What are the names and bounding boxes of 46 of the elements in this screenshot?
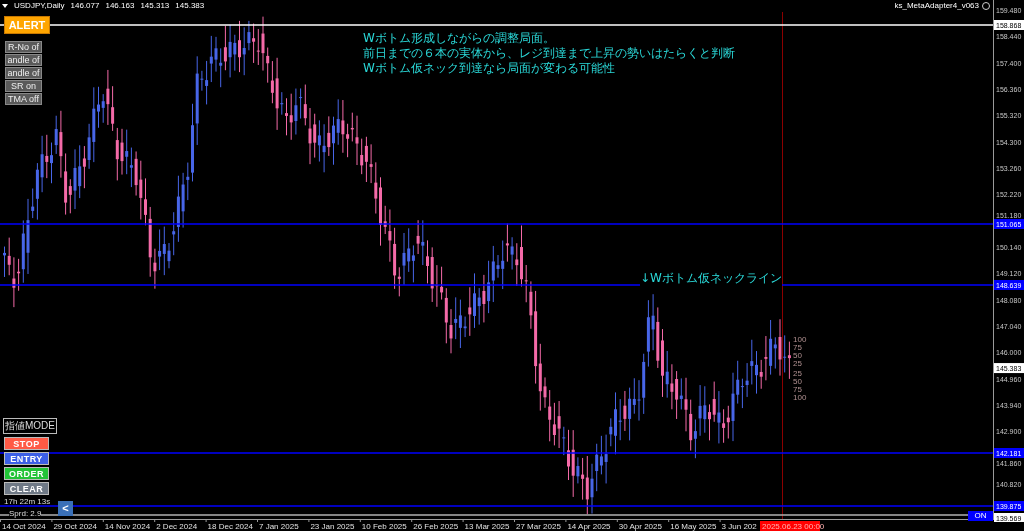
date-label: 18 Dec 2024 bbox=[207, 522, 253, 531]
date-label: 14 Apr 2025 bbox=[567, 522, 611, 531]
neckline-label: ↓Wボトム仮ネックライン bbox=[640, 271, 782, 285]
chart-comment: Wボトム形成しながらの調整局面。 bbox=[363, 31, 556, 46]
toggle-button[interactable]: andle of bbox=[5, 67, 42, 79]
ohlc-value: 145.383 bbox=[175, 0, 205, 11]
toggle-button[interactable]: R-No of bbox=[5, 41, 42, 53]
date-label: 27 Mar 2025 bbox=[516, 522, 561, 531]
collapse-button[interactable]: < bbox=[58, 501, 73, 516]
on-button[interactable]: ON bbox=[968, 511, 993, 521]
date-label: 10 Feb 2025 bbox=[361, 522, 407, 531]
toggle-button[interactable]: SR on bbox=[5, 80, 42, 92]
fib-level-label: 50 bbox=[793, 352, 803, 360]
mode-button[interactable]: 指値MODE bbox=[3, 418, 57, 434]
toggle-button[interactable]: TMA off bbox=[5, 93, 42, 105]
date-label: 3 Jun 202 bbox=[721, 522, 757, 531]
fib-level-label: 25 bbox=[793, 370, 803, 378]
ohlc-value: 146.077 bbox=[70, 0, 100, 11]
date-label: 13 Mar 2025 bbox=[464, 522, 510, 531]
chart-comment: Wボトム仮ネック到達なら局面が変わる可能性 bbox=[363, 61, 616, 76]
date-label: 14 Nov 2024 bbox=[104, 522, 151, 531]
fib-level-label: 100 bbox=[793, 394, 807, 402]
date-label: 7 Jan 2025 bbox=[259, 522, 299, 531]
symbol-title: USDJPY,Daily bbox=[14, 0, 65, 11]
fib-level-label: 50 bbox=[793, 378, 803, 386]
date-label: 30 Apr 2025 bbox=[618, 522, 662, 531]
chart-comment: 前日までの６本の実体から、レジ到達まで上昇の勢いはたらくと判断 bbox=[363, 46, 735, 61]
toggle-button[interactable]: andle of bbox=[5, 54, 42, 66]
order-button[interactable]: ENTRY bbox=[4, 452, 49, 465]
date-label: 2 Dec 2024 bbox=[156, 522, 198, 531]
order-button[interactable]: CLEAR bbox=[4, 482, 49, 495]
date-label: 14 Oct 2024 bbox=[2, 522, 46, 531]
spread-value: Sprd: 2.9 bbox=[9, 509, 42, 518]
ohlc-value: 146.163 bbox=[105, 0, 135, 11]
ohlc-value: 145.313 bbox=[140, 0, 170, 11]
date-label: 29 Oct 2024 bbox=[53, 522, 97, 531]
fib-level-label: 100 bbox=[793, 336, 807, 344]
date-label: 26 Feb 2025 bbox=[413, 522, 459, 531]
fib-level-label: 75 bbox=[793, 386, 803, 394]
dropdown-triangle-icon[interactable] bbox=[2, 3, 8, 8]
date-label: 23 Jan 2025 bbox=[310, 522, 355, 531]
fib-level-label: 75 bbox=[793, 344, 803, 352]
candle-timer: 17h 22m 13s bbox=[4, 497, 51, 506]
fib-level-label: 25 bbox=[793, 360, 803, 368]
expert-name: ks_MetaAdapter4_v063 bbox=[894, 0, 979, 11]
date-label: 16 May 2025 bbox=[670, 522, 717, 531]
